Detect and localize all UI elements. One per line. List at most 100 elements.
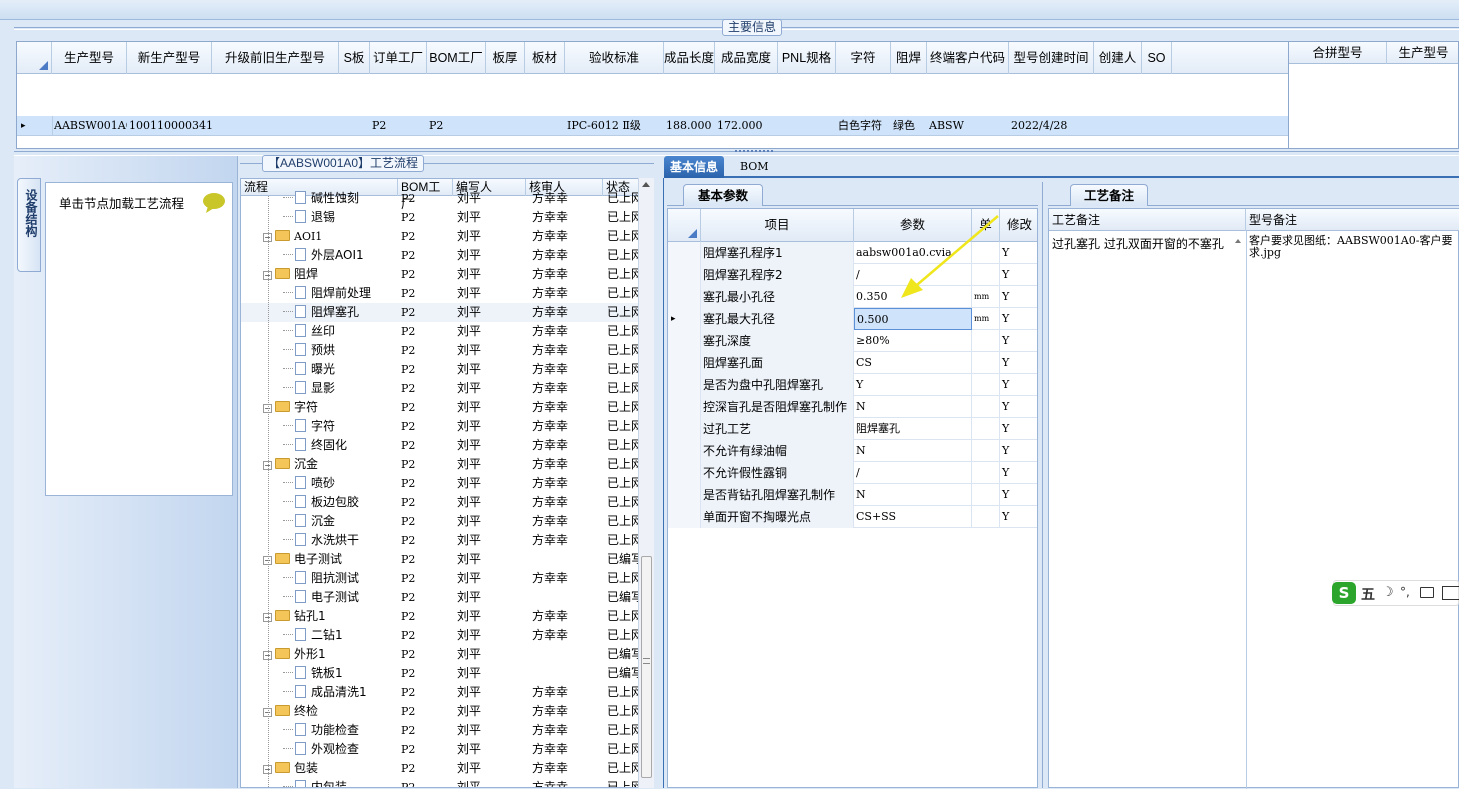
- tree-node[interactable]: 丝印: [283, 322, 398, 341]
- tree-node[interactable]: 铣板1: [283, 664, 398, 683]
- col-header[interactable]: 型号创建时间: [1009, 42, 1094, 74]
- col-modify[interactable]: 修改: [1000, 209, 1037, 242]
- col-header[interactable]: 创建人: [1094, 42, 1142, 74]
- tree-node[interactable]: 阻焊塞孔: [283, 303, 398, 322]
- tree-node[interactable]: − 字符: [263, 398, 398, 417]
- tree-node[interactable]: − 钻孔1: [263, 607, 398, 626]
- col-header[interactable]: 新生产型号: [127, 42, 212, 74]
- table-cell[interactable]: [488, 116, 525, 136]
- model-note-text[interactable]: 客户要求见图纸：AABSW001A0-客户要求.jpg: [1249, 235, 1454, 259]
- col-header[interactable]: 生产型号: [52, 42, 127, 74]
- more-icon[interactable]: [1442, 586, 1459, 600]
- tree-scrollbar[interactable]: [638, 178, 654, 788]
- param-row[interactable]: 过孔工艺 阻焊塞孔 Y: [668, 418, 1037, 440]
- param-val[interactable]: N: [854, 396, 972, 418]
- tree-row[interactable]: 预烘 P2 刘平 方幸幸 已上网: [241, 341, 643, 360]
- param-row[interactable]: 不允许有绿油帽 N Y: [668, 440, 1037, 462]
- tree-row[interactable]: 外层AOI1 P2 刘平 方幸幸 已上网: [241, 246, 643, 265]
- param-row[interactable]: 单面开窗不掏曝光点 CS+SS Y: [668, 506, 1037, 528]
- moon-icon[interactable]: ☽: [1382, 585, 1394, 600]
- table-cell[interactable]: [780, 116, 836, 136]
- table-cell[interactable]: [341, 116, 370, 136]
- process-flow-tree[interactable]: 流程 BOM工厂 编写人 核审人 状态 碱性蚀刻 P2 刘平 方幸幸 已上网 退锡 P2 刘平…: [240, 178, 654, 788]
- param-val[interactable]: ≥80%: [854, 330, 972, 352]
- param-row[interactable]: 塞孔深度 ≥80% Y: [668, 330, 1037, 352]
- tree-row[interactable]: − 包装 P2 刘平 方幸幸 已上网: [241, 759, 643, 778]
- param-val[interactable]: CS: [854, 352, 972, 374]
- tree-row[interactable]: 曝光 P2 刘平 方幸幸 已上网: [241, 360, 643, 379]
- tree-row[interactable]: 终固化 P2 刘平 方幸幸 已上网: [241, 436, 643, 455]
- tree-node[interactable]: 沉金: [283, 512, 398, 531]
- tree-node[interactable]: 电子测试: [283, 588, 398, 607]
- col-production-model[interactable]: 生产型号: [1387, 42, 1459, 64]
- tree-row[interactable]: 电子测试 P2 刘平 已编写: [241, 588, 643, 607]
- col-header[interactable]: 验收标准: [565, 42, 664, 74]
- sogou-logo-icon[interactable]: S: [1332, 582, 1356, 604]
- tab-device-structure[interactable]: 设备结构: [17, 178, 41, 272]
- row-header[interactable]: [668, 286, 701, 308]
- col-header[interactable]: 成品宽度: [715, 42, 778, 74]
- tree-node[interactable]: 外观检查: [283, 740, 398, 759]
- col-header[interactable]: S板: [339, 42, 370, 74]
- tree-row[interactable]: 板边包胶 P2 刘平 方幸幸 已上网: [241, 493, 643, 512]
- table-cell[interactable]: AABSW001A0: [54, 116, 127, 136]
- table-cell[interactable]: ABSW: [929, 116, 1009, 136]
- tree-node[interactable]: 曝光: [283, 360, 398, 379]
- tree-node[interactable]: 退锡: [283, 208, 398, 227]
- tree-node[interactable]: 字符: [283, 417, 398, 436]
- param-val[interactable]: Y: [854, 374, 972, 396]
- row-header[interactable]: [668, 506, 701, 528]
- tree-row[interactable]: − 钻孔1 P2 刘平 方幸幸 已上网: [241, 607, 643, 626]
- param-val[interactable]: 0.500: [854, 308, 972, 330]
- col-merge-model[interactable]: 合拼型号: [1289, 42, 1387, 64]
- tab-bom[interactable]: BOM: [734, 156, 775, 178]
- param-row[interactable]: 是否为盘中孔阻焊塞孔 Y Y: [668, 374, 1037, 396]
- tree-node[interactable]: − 外形1: [263, 645, 398, 664]
- tree-node[interactable]: − 阻焊: [263, 265, 398, 284]
- tree-node[interactable]: 碱性蚀刻: [283, 189, 398, 208]
- scroll-up-icon[interactable]: [1235, 239, 1241, 243]
- row-header[interactable]: [668, 242, 701, 264]
- param-row[interactable]: 阻焊塞孔面 CS Y: [668, 352, 1037, 374]
- param-row[interactable]: 不允许假性露铜 / Y: [668, 462, 1037, 484]
- col-header[interactable]: 升级前旧生产型号: [212, 42, 339, 74]
- table-cell[interactable]: 白色字符: [838, 116, 891, 136]
- merge-grid[interactable]: 合拼型号 生产型号: [1288, 41, 1459, 149]
- tree-row[interactable]: 显影 P2 刘平 方幸幸 已上网: [241, 379, 643, 398]
- param-row[interactable]: ▸ 塞孔最大孔径 0.500 mm Y: [668, 308, 1037, 330]
- table-cell[interactable]: 188.000: [666, 116, 715, 136]
- col-header[interactable]: 终端客户代码: [927, 42, 1009, 74]
- tab-basic-info[interactable]: 基本信息: [664, 156, 725, 178]
- table-cell[interactable]: 10011000034110: [129, 116, 212, 136]
- tree-node[interactable]: 阻抗测试: [283, 569, 398, 588]
- tab-basic-params[interactable]: 基本参数: [683, 184, 763, 206]
- table-cell[interactable]: IPC-6012 Ⅱ级: [567, 116, 664, 136]
- row-header[interactable]: [668, 418, 701, 440]
- col-header[interactable]: 成品长度: [664, 42, 715, 74]
- col-model-note[interactable]: 型号备注: [1246, 209, 1459, 231]
- col-header[interactable]: 板材: [525, 42, 565, 74]
- tree-row[interactable]: 内包装 P2 刘平 方幸幸 已上网: [241, 778, 643, 787]
- tree-row[interactable]: 阻抗测试 P2 刘平 方幸幸 已上网: [241, 569, 643, 588]
- main-info-grid[interactable]: 生产型号 新生产型号 升级前旧生产型号 S板 订单工厂 BOM工厂 板厚 板材 验收标准 成品长度…: [16, 41, 1289, 149]
- tree-row[interactable]: − AOI1 P2 刘平 方幸幸 已上网: [241, 227, 643, 246]
- scroll-thumb[interactable]: [641, 556, 652, 778]
- tree-node[interactable]: − AOI1: [263, 227, 398, 246]
- col-header[interactable]: 订单工厂: [370, 42, 427, 74]
- param-val[interactable]: N: [854, 484, 972, 506]
- tab-process-notes[interactable]: 工艺备注: [1070, 184, 1148, 206]
- tree-node[interactable]: 成品清洗1: [283, 683, 398, 702]
- row-header[interactable]: [668, 330, 701, 352]
- col-header[interactable]: SO: [1142, 42, 1172, 74]
- table-cell[interactable]: 2022/4/28: [1011, 116, 1094, 136]
- col-header[interactable]: 字符: [836, 42, 891, 74]
- row-header[interactable]: [668, 462, 701, 484]
- table-cell[interactable]: [1096, 116, 1142, 136]
- tree-row[interactable]: 字符 P2 刘平 方幸幸 已上网: [241, 417, 643, 436]
- row-header[interactable]: [668, 396, 701, 418]
- tree-row[interactable]: − 终检 P2 刘平 方幸幸 已上网: [241, 702, 643, 721]
- tree-node[interactable]: 喷砂: [283, 474, 398, 493]
- tree-node[interactable]: 预烘: [283, 341, 398, 360]
- param-row[interactable]: 控深盲孔是否阻焊塞孔制作 N Y: [668, 396, 1037, 418]
- splitter-grip[interactable]: [735, 150, 773, 155]
